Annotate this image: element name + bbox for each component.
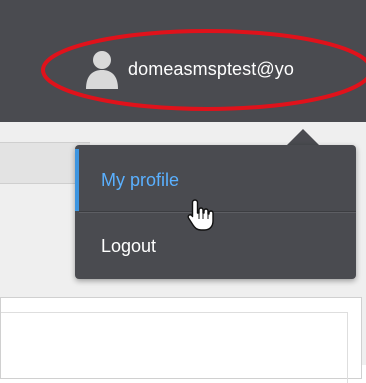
user-dropdown-menu: My profile Logout	[75, 145, 356, 279]
user-menu-trigger[interactable]: domeasmsptest@yo	[84, 44, 294, 94]
menu-item-logout[interactable]: Logout	[75, 215, 356, 277]
user-name: domeasmsptest@yo	[128, 58, 294, 79]
content-panel	[0, 297, 362, 383]
menu-item-my-profile[interactable]: My profile	[75, 149, 356, 211]
menu-item-label: My profile	[101, 169, 180, 190]
dropdown-caret	[287, 129, 319, 145]
user-icon	[86, 51, 118, 89]
menu-item-label: Logout	[101, 235, 157, 256]
top-navbar: domeasmsptest@yo	[0, 0, 366, 122]
content-panel-inner	[1, 312, 348, 383]
menu-divider	[79, 211, 356, 213]
